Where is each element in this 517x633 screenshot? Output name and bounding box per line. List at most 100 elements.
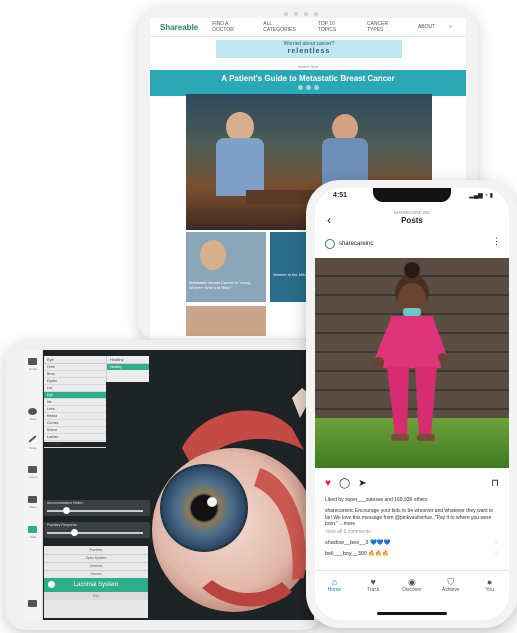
nav-item[interactable]: ALL CATEGORIES <box>263 21 304 33</box>
pupillary-slider[interactable]: Pupillary Response <box>44 522 150 538</box>
hide-icon[interactable] <box>28 526 37 533</box>
structure-list-item[interactable]: Lid <box>44 385 106 392</box>
sidebar-label: Layers <box>28 475 38 479</box>
view-comments-link[interactable]: View all 6 comments <box>325 529 371 535</box>
eye-3d-model[interactable] <box>142 388 312 616</box>
info-icon[interactable] <box>28 600 37 607</box>
comment-like-icon[interactable]: ♡ <box>495 551 499 557</box>
carousel-dots[interactable] <box>298 85 319 90</box>
sidebar-label: Tools <box>29 417 37 421</box>
status-icons: ▂▄▆ ◔ ▮ <box>469 193 493 199</box>
structure-list-item[interactable]: Eye <box>44 392 106 399</box>
username[interactable]: sharecareinc <box>339 241 373 247</box>
condition-selected[interactable]: Healthy <box>107 364 149 370</box>
condition-header[interactable]: Healthy <box>107 356 149 364</box>
slider1-track[interactable] <box>47 510 143 512</box>
tab-label: Home <box>327 587 342 593</box>
account-subtitle: SHARECARE INC <box>393 210 431 215</box>
status-time: 4:51 <box>333 192 348 199</box>
you-icon: ● <box>486 577 493 587</box>
post-caption: sharecareinc Encourage your kids to be w… <box>325 508 494 527</box>
structure-list-item[interactable]: Lens <box>44 406 106 413</box>
tab-label: Achieve <box>441 587 460 593</box>
post-actions: ♥ ◯ ➤ <box>325 478 367 489</box>
home-icon: ⌂ <box>331 577 338 587</box>
menu-icon[interactable] <box>28 496 37 503</box>
nav-item[interactable]: CANCER TYPES <box>367 21 404 33</box>
thumbnail-3[interactable] <box>186 306 266 336</box>
thumb1-caption: Metastatic Breast Cancer in Young Women:… <box>189 280 251 290</box>
tab-label: You <box>485 587 494 593</box>
nav-item[interactable]: TOP 10 TOPICS <box>318 21 353 33</box>
nav-item[interactable]: ABOUT <box>418 24 435 30</box>
comment-1: shadow__bee__3 💙💙💙 <box>325 540 391 546</box>
tab-label: Track <box>367 587 380 593</box>
thumbnail-1[interactable]: Metastatic Breast Cancer in Young Women:… <box>186 232 266 302</box>
sidebar-label: Hide <box>29 535 37 539</box>
structure-list-item[interactable]: Eyelashes <box>44 441 106 448</box>
slider2-track[interactable] <box>47 532 143 534</box>
comment-like-icon[interactable]: ♡ <box>495 540 499 546</box>
article-headline[interactable]: A Patient's Guide to Metastatic Breast C… <box>150 74 466 83</box>
slider1-knob[interactable] <box>63 507 71 514</box>
structure-list: Eye Orbit Brow Eyelid Lid Eye Iris Lens Retina C… <box>44 356 106 448</box>
comment-icon[interactable]: ◯ <box>339 478 350 489</box>
structure-list-item[interactable]: Brow <box>44 371 106 378</box>
site-logo[interactable]: Shareable <box>160 23 198 32</box>
structure-list-item[interactable]: Sclera <box>44 427 106 434</box>
pencil-icon[interactable] <box>28 435 37 443</box>
tab-achieve[interactable]: ⛉ Achieve <box>436 577 466 593</box>
post-photo[interactable] <box>315 258 509 468</box>
slider2-knob[interactable] <box>70 529 78 536</box>
tab-you[interactable]: ● You <box>475 577 505 593</box>
tab-label: Discover <box>402 587 422 593</box>
tab-home[interactable]: ⌂ Home <box>319 577 349 593</box>
menu-option[interactable]: Orbitalis <box>44 562 148 570</box>
share-icon[interactable]: ➤ <box>358 478 366 489</box>
search-icon[interactable]: ⌕ <box>449 24 452 30</box>
menu-header: Further <box>89 547 103 552</box>
discover-icon: ◉ <box>408 577 416 587</box>
condition-list: Healthy Healthy <box>106 356 149 382</box>
ad-banner[interactable]: Worried about cancer? relentless <box>216 40 402 58</box>
track-icon: ♥ <box>370 577 376 587</box>
accommodation-slider[interactable]: Accommodation Reflex <box>44 500 150 516</box>
phone-screen: 4:51 ▂▄▆ ◔ ▮ ‹ SHARECARE INC Posts share… <box>315 188 509 620</box>
heart-icon[interactable]: ♥ <box>325 478 331 489</box>
app-sidebar: Home Tools Draw Layers Menu Hide <box>24 350 43 620</box>
tab-discover[interactable]: ◉ Discover <box>397 577 427 593</box>
comment-2: bell___boy__300 🔥🔥🔥 <box>325 551 389 557</box>
structure-list-item[interactable]: Lashes <box>44 434 106 441</box>
tab-track[interactable]: ♥ Track <box>358 577 388 593</box>
avatar[interactable] <box>325 239 335 249</box>
menu-footer[interactable]: Eye <box>44 592 148 600</box>
structure-list-item[interactable]: Retina <box>44 413 106 420</box>
structure-list-item[interactable]: Eyelid <box>44 378 106 385</box>
post-header[interactable]: sharecareinc <box>325 239 373 249</box>
home-icon[interactable] <box>28 358 37 365</box>
screen-title: Posts <box>401 216 423 225</box>
structure-list-item[interactable]: Cornea <box>44 420 106 427</box>
menu-option[interactable]: Optic System <box>44 554 148 562</box>
structure-list-item[interactable]: Orbit <box>44 364 106 371</box>
nav-item[interactable]: FIND A DOCTOR <box>212 21 249 33</box>
site-nav: Shareable FIND A DOCTOR ALL CATEGORIES T… <box>150 18 466 37</box>
highlight <box>207 497 217 507</box>
bookmark-icon[interactable]: ⊓ <box>491 478 499 489</box>
sidebar-label: Draw <box>29 446 37 450</box>
woman-portrait <box>200 240 226 270</box>
more-options-icon[interactable]: ⋮ <box>492 236 501 247</box>
host-body <box>216 138 264 196</box>
layers-icon[interactable] <box>28 466 37 473</box>
ad-line1: Worried about cancer? <box>283 41 335 47</box>
list-header[interactable]: Eye <box>44 356 106 364</box>
active-option-label: Lacrimal System <box>73 582 119 588</box>
structure-list-item[interactable]: Iris <box>44 399 106 406</box>
menu-option[interactable]: Nerves <box>44 570 148 578</box>
tools-icon[interactable] <box>28 408 37 415</box>
liked-by-text[interactable]: Liked by super___sutesse and 169,939 oth… <box>325 497 501 503</box>
watch-label: Watch Now <box>298 64 319 69</box>
bottom-tab-bar: ⌂ Home ♥ Track ◉ Discover ⛉ Achieve ● You <box>315 570 509 604</box>
menu-option-active[interactable]: Lacrimal System <box>44 578 148 592</box>
sidebar-label: Menu <box>29 505 37 509</box>
